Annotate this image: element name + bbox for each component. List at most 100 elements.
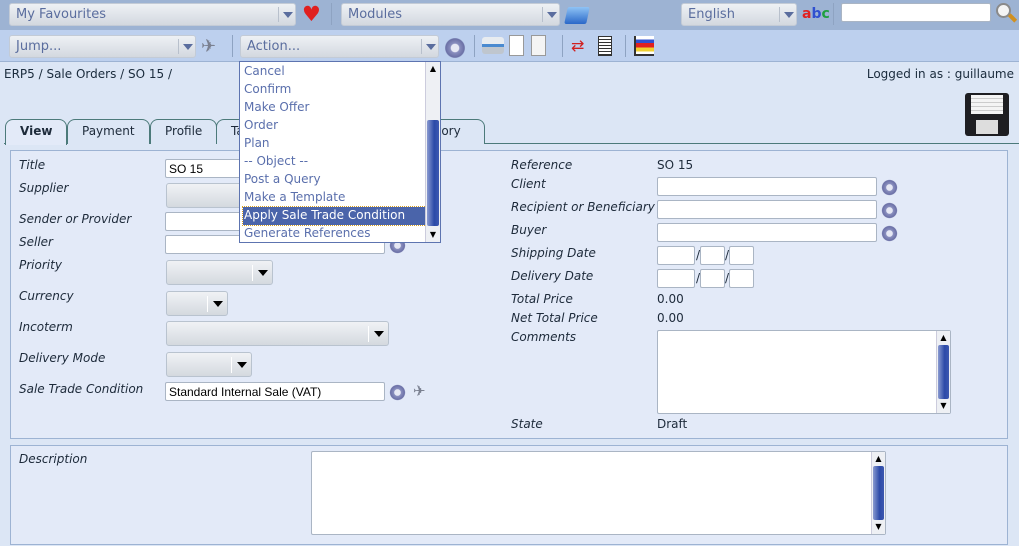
tab-view[interactable]: View (5, 119, 68, 145)
chevron-down-icon (779, 7, 796, 22)
recipient-input[interactable] (657, 200, 877, 219)
divider (833, 3, 834, 25)
shipping-month-input[interactable] (700, 246, 725, 265)
dropdown-scrollbar[interactable]: ▲ ▼ (425, 62, 440, 242)
action-select[interactable]: Action... (240, 35, 439, 58)
net-total-price-value: 0.00 (657, 311, 684, 325)
reference-value: SO 15 (657, 158, 694, 172)
jump-label: Jump... (16, 39, 62, 54)
scroll-down-icon[interactable]: ▼ (426, 228, 440, 242)
title-label: Title (19, 158, 46, 172)
jump-select[interactable]: Jump... (9, 35, 196, 58)
save-icon-label (971, 95, 1003, 114)
menu-item-plan[interactable]: Plan (243, 135, 426, 153)
delivery-date-label: Delivery Date (511, 269, 594, 283)
menu-item-order[interactable]: Order (243, 117, 426, 135)
client-input[interactable] (657, 177, 877, 196)
scroll-thumb[interactable] (427, 120, 439, 226)
delivery-mode-select[interactable] (166, 352, 252, 377)
menu-item-make-template[interactable]: Make a Template (243, 189, 426, 207)
shipping-date-label: Shipping Date (511, 246, 596, 260)
favourites-select[interactable]: My Favourites (9, 3, 296, 26)
comments-textarea[interactable]: ▲ ▼ (657, 330, 951, 414)
divider (562, 35, 563, 57)
scroll-thumb[interactable] (938, 345, 949, 399)
plane-icon[interactable]: ✈ (201, 36, 216, 57)
search-input[interactable] (841, 3, 991, 22)
language-label: English (688, 7, 735, 22)
save-icon[interactable] (965, 93, 1009, 136)
chevron-down-icon (278, 7, 295, 22)
priority-label: Priority (19, 258, 62, 272)
action-label: Action... (247, 39, 301, 54)
buyer-input[interactable] (657, 223, 877, 242)
priority-select[interactable] (166, 260, 273, 285)
menu-item-apply-sale-trade-condition[interactable]: Apply Sale Trade Condition (242, 206, 427, 226)
tab-label: View (20, 124, 53, 138)
scroll-up-icon[interactable]: ▲ (426, 62, 440, 76)
plane-icon[interactable]: ✈ (413, 382, 426, 400)
total-price-value: 0.00 (657, 292, 684, 306)
currency-select[interactable] (166, 291, 228, 316)
chevron-down-icon (421, 39, 438, 54)
modules-label: Modules (348, 7, 403, 22)
exchange-icon[interactable]: ⇄ (571, 36, 584, 56)
tab-label: Profile (165, 124, 203, 138)
save-icon-shutter (976, 120, 998, 134)
chevron-down-icon (207, 296, 227, 312)
scroll-down-icon[interactable]: ▼ (872, 520, 885, 534)
menu-item-cancel[interactable]: Cancel (243, 63, 426, 81)
menu-separator-object: -- Object -- (244, 154, 309, 168)
incoterm-select[interactable] (166, 321, 389, 346)
scroll-up-icon[interactable]: ▲ (937, 331, 950, 345)
folder-open-icon[interactable] (564, 7, 590, 24)
delivery-day-input[interactable] (729, 269, 754, 288)
gear-icon[interactable] (881, 225, 898, 242)
language-select[interactable]: English (681, 3, 797, 26)
chevron-down-icon (368, 326, 388, 342)
divider (474, 35, 475, 57)
total-price-label: Total Price (511, 292, 573, 306)
shipping-day-input[interactable] (729, 246, 754, 265)
reference-label: Reference (511, 158, 573, 172)
tab-payment[interactable]: Payment (67, 119, 150, 144)
chevron-down-icon (231, 357, 251, 373)
scroll-up-icon[interactable]: ▲ (872, 452, 885, 466)
new-document-icon[interactable] (509, 35, 524, 56)
seller-label: Seller (19, 235, 53, 249)
menu-item-confirm[interactable]: Confirm (243, 81, 426, 99)
gear-icon[interactable] (881, 202, 898, 219)
description-label: Description (19, 452, 88, 466)
net-total-price-label: Net Total Price (511, 311, 598, 325)
menu-item-generate-references[interactable]: Generate References (243, 225, 426, 243)
gear-icon[interactable] (444, 37, 466, 59)
logged-in-label: Logged in as : guillaume (866, 67, 1014, 81)
list-icon[interactable] (598, 36, 612, 56)
delivery-month-input[interactable] (700, 269, 725, 288)
clone-document-icon[interactable] (531, 35, 546, 56)
gear-icon[interactable] (389, 384, 406, 401)
scrollbar[interactable]: ▲ ▼ (936, 331, 950, 413)
print-icon[interactable] (482, 37, 504, 54)
scroll-down-icon[interactable]: ▼ (937, 399, 950, 413)
modules-select[interactable]: Modules (341, 3, 560, 26)
supplier-label: Supplier (19, 181, 69, 195)
delivery-mode-label: Delivery Mode (19, 351, 106, 365)
heart-icon[interactable]: ♥ (302, 3, 321, 25)
menu-item-post-query[interactable]: Post a Query (243, 171, 426, 189)
sender-label: Sender or Provider (19, 212, 132, 226)
buyer-label: Buyer (511, 223, 547, 237)
stc-input[interactable] (165, 382, 385, 401)
favourites-label: My Favourites (16, 7, 107, 22)
shipping-year-input[interactable] (657, 246, 695, 265)
tab-profile[interactable]: Profile (150, 119, 218, 144)
gantt-icon[interactable] (634, 36, 654, 56)
spellcheck-icon[interactable]: abc (802, 3, 830, 25)
breadcrumb[interactable]: ERP5 / Sale Orders / SO 15 / (4, 67, 172, 81)
scroll-thumb[interactable] (873, 466, 884, 520)
scrollbar[interactable]: ▲ ▼ (871, 452, 885, 534)
gear-icon[interactable] (881, 179, 898, 196)
menu-item-make-offer[interactable]: Make Offer (243, 99, 426, 117)
description-textarea[interactable]: ▲ ▼ (311, 451, 886, 535)
delivery-year-input[interactable] (657, 269, 695, 288)
